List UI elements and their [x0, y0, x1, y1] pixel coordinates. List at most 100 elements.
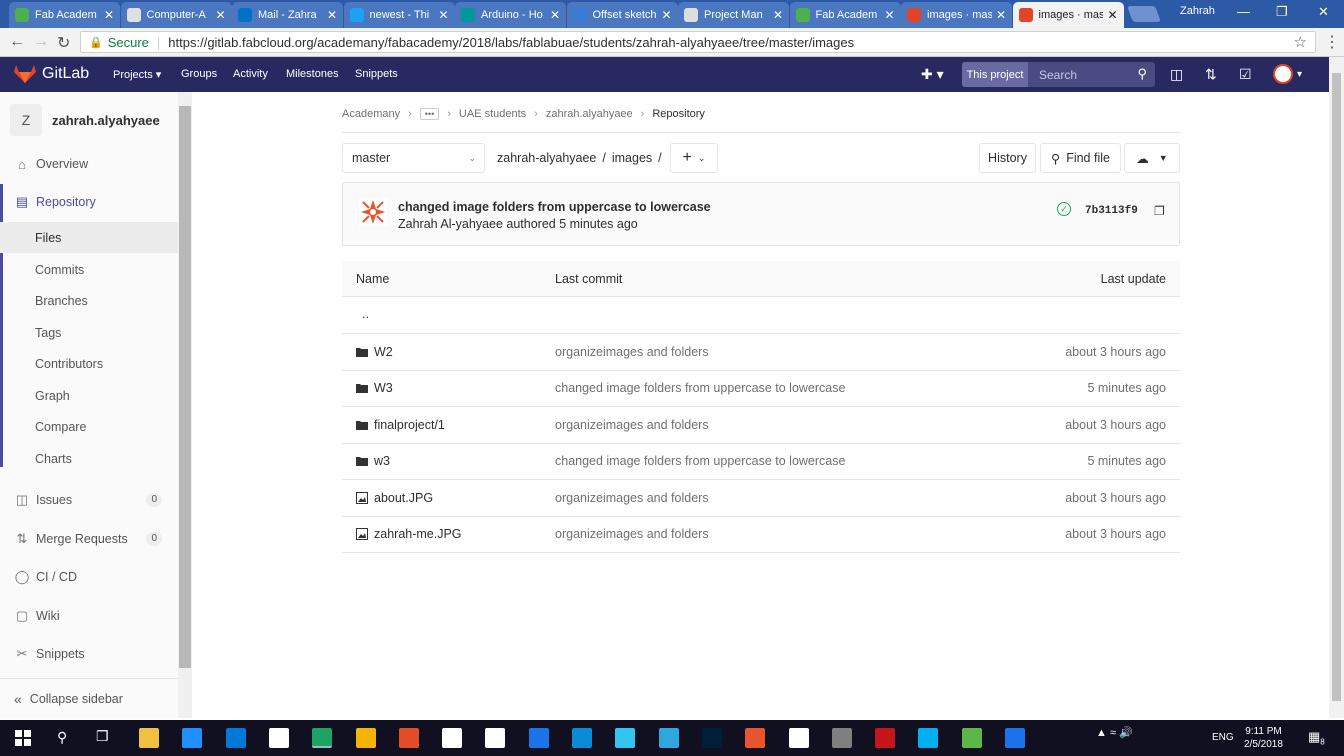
- commit-message-cell[interactable]: organizeimages and folders: [555, 345, 709, 359]
- sidebar-item-snippets[interactable]: ✂ Snippets: [0, 639, 178, 669]
- table-row[interactable]: finalproject/1 organizeimages and folders…: [342, 407, 1180, 444]
- sidebar-sub-files[interactable]: Files: [0, 222, 178, 253]
- minimize-icon[interactable]: —: [1237, 4, 1250, 19]
- merge-request-icon[interactable]: ⇅: [1205, 66, 1217, 83]
- taskbar-app-icon[interactable]: [701, 728, 722, 748]
- table-row[interactable]: zahrah-me.JPG organizeimages and folders a…: [342, 516, 1180, 553]
- collapse-sidebar-button[interactable]: «Collapse sidebar: [0, 678, 178, 718]
- file-name[interactable]: about.JPG: [374, 491, 433, 505]
- commit-message-cell[interactable]: changed image folders from uppercase to …: [555, 381, 845, 395]
- commit-message[interactable]: changed image folders from uppercase to …: [398, 200, 711, 214]
- browser-user[interactable]: Zahrah: [1180, 5, 1215, 17]
- notifications-icon[interactable]: ▦8: [1308, 729, 1325, 747]
- taskbar-app-icon[interactable]: [485, 728, 506, 748]
- commit-message-cell[interactable]: changed image folders from uppercase to …: [555, 454, 845, 468]
- commit-message-cell[interactable]: organizeimages and folders: [555, 491, 709, 505]
- sidebar-item-repository[interactable]: ▤ Repository: [0, 187, 178, 217]
- table-row[interactable]: W3 changed image folders from uppercase t…: [342, 370, 1180, 408]
- todo-icon[interactable]: ☑: [1239, 66, 1252, 83]
- table-row[interactable]: about.JPG organizeimages and folders about…: [342, 480, 1180, 517]
- taskbar-app-icon[interactable]: [572, 728, 592, 748]
- sidebar-toggle-icon[interactable]: ◫: [1170, 66, 1183, 83]
- tab-close-icon[interactable]: ✕: [104, 8, 114, 22]
- browser-tab[interactable]: newest - Thi ✕: [343, 2, 455, 28]
- system-tray-icons[interactable]: ▲ ≈ 🔊: [1096, 726, 1133, 739]
- file-name-cell[interactable]: about.JPG: [356, 491, 433, 505]
- browser-tab[interactable]: Project Man ✕: [678, 2, 789, 28]
- file-name-cell[interactable]: w3: [356, 454, 390, 468]
- search-icon[interactable]: ⚲: [57, 729, 67, 746]
- nav-activity[interactable]: Activity: [233, 68, 268, 80]
- browser-tab[interactable]: Fab Academ ✕: [9, 2, 120, 28]
- sidebar-sub-contributors[interactable]: Contributors: [0, 348, 178, 379]
- sidebar-sub-charts[interactable]: Charts: [0, 443, 178, 474]
- browser-tab[interactable]: Arduino - Ho ✕: [455, 2, 566, 28]
- gitlab-brand[interactable]: GitLab: [42, 65, 89, 83]
- browser-tab[interactable]: Fab Academ ✕: [789, 2, 901, 28]
- path-images-link[interactable]: images: [612, 151, 652, 165]
- sidebar-item-issues[interactable]: ◫ Issues 0: [0, 485, 178, 515]
- search-input[interactable]: This project Search ⚲: [962, 62, 1155, 87]
- sidebar-sub-tags[interactable]: Tags: [0, 317, 178, 348]
- restore-icon[interactable]: ❐: [1276, 4, 1288, 20]
- system-clock[interactable]: 9:11 PM 2/5/2018: [1244, 725, 1283, 751]
- sidebar-item-overview[interactable]: ⌂ Overview: [0, 149, 178, 179]
- file-name[interactable]: w3: [374, 454, 390, 468]
- commit-message-cell[interactable]: organizeimages and folders: [555, 527, 709, 541]
- sidebar-item-cicd[interactable]: ◯ CI / CD: [0, 562, 178, 592]
- project-context[interactable]: Z zahrah.alyahyaee: [10, 104, 160, 136]
- sidebar-sub-compare[interactable]: Compare: [0, 411, 178, 442]
- find-file-button[interactable]: ⚲ Find file: [1040, 143, 1121, 173]
- tab-close-icon[interactable]: ✕: [327, 8, 337, 22]
- taskbar-app-icon[interactable]: [312, 728, 333, 748]
- reload-icon[interactable]: ↻: [57, 33, 70, 53]
- file-name[interactable]: zahrah-me.JPG: [374, 527, 462, 541]
- pipeline-passed-icon[interactable]: ✓: [1057, 202, 1071, 216]
- path-root-link[interactable]: zahrah-alyahyaee: [497, 151, 596, 165]
- tab-close-icon[interactable]: ✕: [1107, 8, 1117, 22]
- taskbar-app-icon[interactable]: [225, 728, 246, 748]
- browser-tab[interactable]: images · mas ✕: [901, 2, 1012, 28]
- copy-icon[interactable]: ❐: [1154, 204, 1165, 218]
- task-view-icon[interactable]: ❐: [96, 728, 109, 745]
- tab-close-icon[interactable]: ✕: [215, 8, 225, 22]
- sidebar-scrollbar[interactable]: [178, 92, 192, 718]
- browser-tab[interactable]: images · mas ✕: [1012, 2, 1124, 28]
- sidebar-sub-branches[interactable]: Branches: [0, 285, 178, 316]
- start-button[interactable]: [0, 720, 46, 756]
- breadcrumb-academany[interactable]: Academany: [342, 108, 400, 120]
- browser-tab[interactable]: Offset sketch ✕: [566, 2, 678, 28]
- add-to-tree-button[interactable]: + ⌄: [670, 143, 718, 173]
- taskbar-app-icon[interactable]: [745, 728, 766, 748]
- taskbar-app-icon[interactable]: [528, 728, 549, 748]
- nav-projects[interactable]: Projects ▾: [113, 68, 161, 81]
- breadcrumb-project[interactable]: zahrah.alyahyaee: [546, 108, 633, 120]
- tab-close-icon[interactable]: ✕: [550, 8, 560, 22]
- tab-close-icon[interactable]: ✕: [884, 8, 894, 22]
- taskbar-app-icon[interactable]: [442, 728, 463, 748]
- bookmark-star-icon[interactable]: ☆: [1294, 33, 1307, 51]
- file-name-cell[interactable]: finalproject/1: [356, 418, 445, 432]
- commit-sha[interactable]: 7b3113f9: [1085, 205, 1138, 217]
- chevron-down-icon[interactable]: ▾: [1297, 69, 1302, 80]
- nav-milestones[interactable]: Milestones: [286, 68, 339, 80]
- taskbar-app-icon[interactable]: [961, 728, 982, 748]
- sidebar-sub-graph[interactable]: Graph: [0, 380, 178, 411]
- page-scrollbar[interactable]: [1329, 57, 1344, 718]
- browser-tab[interactable]: Computer-A ✕: [120, 2, 232, 28]
- commit-message-cell[interactable]: organizeimages and folders: [555, 418, 709, 432]
- user-avatar[interactable]: [1273, 64, 1293, 84]
- new-tab-button[interactable]: [1127, 6, 1161, 22]
- table-row[interactable]: W2 organizeimages and folders about 3 hour…: [342, 334, 1180, 371]
- gitlab-logo-icon[interactable]: [14, 65, 36, 83]
- taskbar-app-icon[interactable]: [139, 728, 159, 748]
- file-name[interactable]: finalproject/1: [374, 418, 445, 432]
- taskbar-app-icon[interactable]: [658, 728, 679, 748]
- sidebar-item-wiki[interactable]: ▢ Wiki: [0, 601, 178, 631]
- taskbar-app-icon[interactable]: [831, 728, 852, 748]
- nav-snippets[interactable]: Snippets: [355, 68, 398, 80]
- back-icon[interactable]: ←: [9, 33, 25, 51]
- sidebar-item-merge-requests[interactable]: ⇅ Merge Requests 0: [0, 524, 178, 554]
- download-button[interactable]: ☁ ▼: [1124, 143, 1180, 173]
- tab-close-icon[interactable]: ✕: [773, 8, 783, 22]
